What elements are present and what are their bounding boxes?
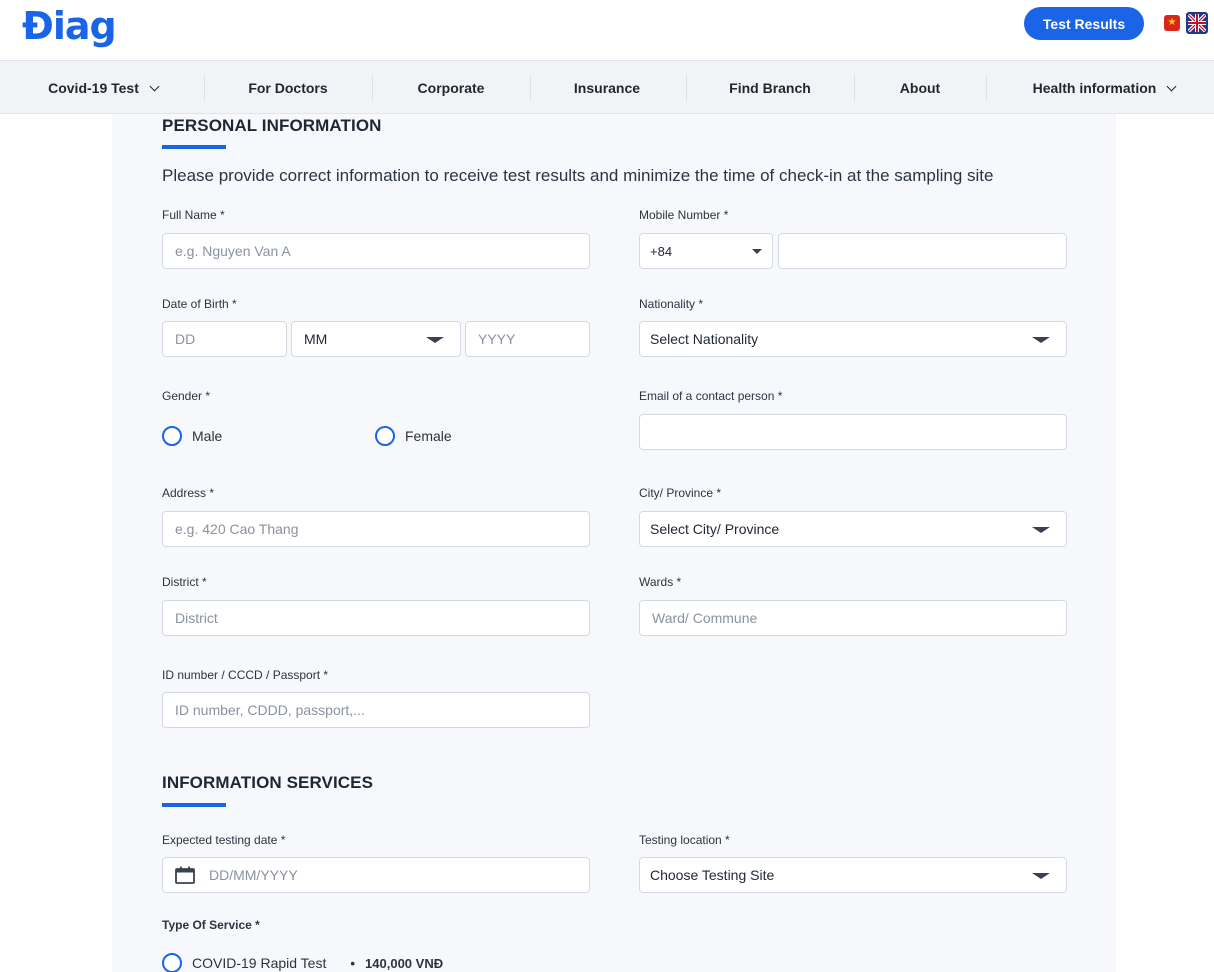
dob-year-input[interactable]: YYYY [465, 321, 590, 357]
nav-item-corporate[interactable]: Corporate [382, 61, 520, 115]
city-value: Select City/ Province [650, 521, 780, 537]
dob-month-value: MM [304, 331, 328, 347]
gender-male-radio[interactable] [162, 426, 182, 446]
dob-day-input[interactable]: DD [162, 321, 287, 357]
id-number-label: ID number / CCCD / Passport * [162, 668, 329, 682]
testing-date-placeholder: DD/MM/YYYY [209, 867, 298, 883]
nav-item-health-information[interactable]: Health information [1014, 61, 1194, 115]
full-name-placeholder: e.g. Nguyen Van A [175, 243, 291, 259]
nav-item-label: Find Branch [729, 80, 811, 96]
gender-female-radio[interactable] [375, 426, 395, 446]
nationality-value: Select Nationality [650, 331, 759, 347]
test-results-button[interactable]: Test Results [1024, 7, 1144, 40]
nav-divider [854, 75, 855, 101]
email-label: Email of a contact person * [639, 389, 783, 403]
nav-item-label: About [899, 80, 941, 96]
caret-down-icon [426, 337, 444, 343]
intro-text: Please provide correct information to re… [162, 166, 994, 185]
city-label: City/ Province * [639, 486, 722, 500]
nav-item-label: Health information [1032, 80, 1157, 96]
address-placeholder: e.g. 420 Cao Thang [175, 521, 299, 537]
service-rapid-test-radio[interactable] [162, 953, 182, 972]
nav-item-about[interactable]: About [864, 61, 976, 115]
service-rapid-test-label[interactable]: COVID-19 Rapid Test • 140,000 VNĐ [192, 955, 443, 971]
district-input[interactable]: District [162, 600, 590, 636]
full-name-label: Full Name * [162, 208, 225, 222]
diag-logo[interactable]: Điag [22, 4, 117, 48]
dob-label: Date of Birth * [162, 297, 237, 311]
caret-down-icon [752, 249, 762, 254]
mobile-label: Mobile Number * [639, 208, 729, 222]
services-title: INFORMATION SERVICES [162, 773, 374, 792]
main-nav: Covid-19 Test For Doctors Corporate Insu… [0, 60, 1214, 114]
chevron-down-icon [1166, 81, 1177, 91]
nav-divider [530, 75, 531, 101]
calendar-icon [175, 866, 195, 884]
nav-item-label: Insurance [573, 80, 641, 96]
testing-location-select[interactable]: Choose Testing Site [639, 857, 1067, 893]
full-name-input[interactable]: e.g. Nguyen Van A [162, 233, 590, 269]
testing-location-label: Testing location * [639, 833, 730, 847]
testing-date-label: Expected testing date * [162, 833, 286, 847]
wards-input[interactable]: Ward/ Commune [639, 600, 1067, 636]
dob-month-select[interactable]: MM [291, 321, 461, 357]
address-input[interactable]: e.g. 420 Cao Thang [162, 511, 590, 547]
title-underline [162, 145, 226, 149]
gender-male-label[interactable]: Male [192, 428, 222, 444]
nav-item-covid-test[interactable]: Covid-19 Test [36, 61, 170, 115]
chevron-down-icon [149, 81, 160, 91]
nav-item-for-doctors[interactable]: For Doctors [214, 61, 362, 115]
vietnam-flag-icon[interactable]: ★ [1164, 15, 1180, 31]
city-select[interactable]: Select City/ Province [639, 511, 1067, 547]
address-label: Address * [162, 486, 215, 500]
mobile-number-input[interactable] [778, 233, 1067, 269]
email-input[interactable] [639, 414, 1067, 450]
service-type-label: Type Of Service * [162, 918, 260, 932]
nav-item-insurance[interactable]: Insurance [540, 61, 674, 115]
testing-location-value: Choose Testing Site [650, 867, 775, 883]
service-price-bullet: • [350, 955, 356, 971]
nationality-label: Nationality * [639, 297, 704, 311]
gender-female-label[interactable]: Female [405, 428, 452, 444]
caret-down-icon [1032, 873, 1050, 879]
nav-divider [204, 75, 205, 101]
dob-day-placeholder: DD [175, 331, 196, 347]
nav-divider [986, 75, 987, 101]
personal-info-title: PERSONAL INFORMATION [162, 116, 382, 135]
site-header: Điag Test Results ★ [0, 0, 1214, 60]
id-number-placeholder: ID number, CDDD, passport,... [175, 702, 365, 718]
wards-label: Wards * [639, 575, 682, 589]
caret-down-icon [1032, 337, 1050, 343]
nav-item-find-branch[interactable]: Find Branch [696, 61, 844, 115]
service-price: 140,000 VNĐ [365, 956, 444, 971]
gender-label: Gender * [162, 389, 211, 403]
nav-item-label: Covid-19 Test [48, 80, 139, 96]
nav-item-label: Corporate [417, 80, 485, 96]
district-label: District * [162, 575, 207, 589]
country-code-value: +84 [650, 243, 673, 259]
wards-placeholder: Ward/ Commune [652, 610, 758, 626]
nav-divider [372, 75, 373, 101]
title-underline [162, 803, 226, 807]
nav-item-label: For Doctors [248, 80, 328, 96]
dob-year-placeholder: YYYY [478, 331, 516, 347]
uk-flag-icon[interactable] [1186, 12, 1208, 34]
testing-date-input[interactable]: DD/MM/YYYY [162, 857, 590, 893]
nav-divider [686, 75, 687, 101]
country-code-select[interactable]: +84 [639, 233, 773, 269]
district-placeholder: District [175, 610, 218, 626]
nationality-select[interactable]: Select Nationality [639, 321, 1067, 357]
id-number-input[interactable]: ID number, CDDD, passport,... [162, 692, 590, 728]
caret-down-icon [1032, 527, 1050, 533]
service-option-name: COVID-19 Rapid Test [192, 955, 327, 971]
